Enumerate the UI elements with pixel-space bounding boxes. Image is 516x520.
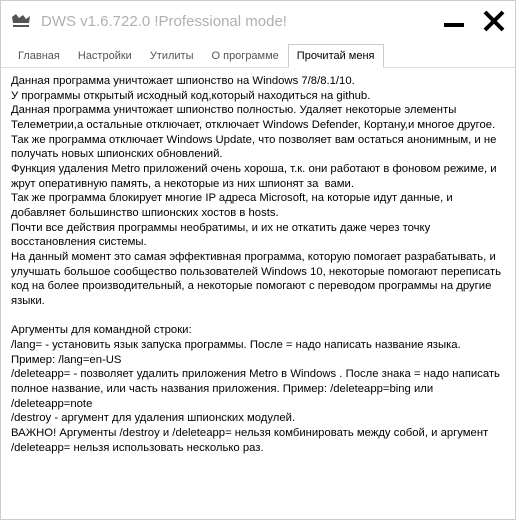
- window-title: DWS v1.6.722.0 !Professional mode!: [41, 13, 441, 30]
- tabbar: Главная Настройки Утилиты О программе Пр…: [1, 43, 515, 68]
- tab-readme[interactable]: Прочитай меня: [288, 44, 384, 68]
- titlebar: DWS v1.6.722.0 !Professional mode!: [1, 1, 515, 41]
- tab-utilities[interactable]: Утилиты: [141, 44, 203, 68]
- close-button[interactable]: [481, 8, 507, 34]
- app-icon: [9, 9, 33, 33]
- tab-main[interactable]: Главная: [9, 44, 69, 68]
- tab-about[interactable]: О программе: [203, 44, 288, 68]
- window-controls: [441, 8, 507, 34]
- tab-settings[interactable]: Настройки: [69, 44, 141, 68]
- minimize-button[interactable]: [441, 8, 467, 34]
- readme-content: Данная программа уничтожает шпионство на…: [1, 68, 515, 516]
